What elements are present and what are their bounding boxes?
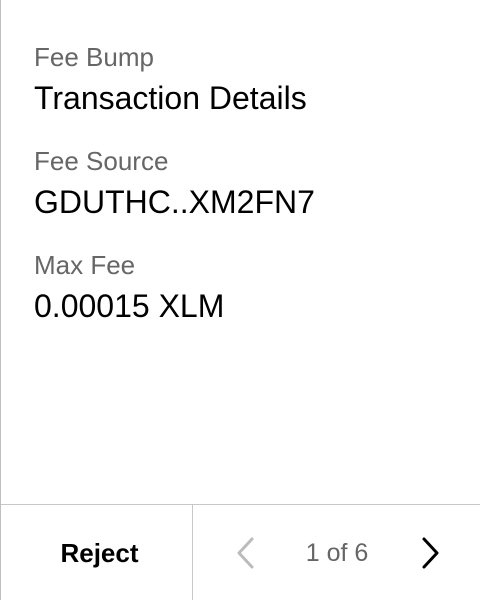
max-fee-value: 0.00015 XLM <box>34 288 225 324</box>
reject-button-label: Reject <box>60 537 139 568</box>
fee-source-value: GDUTHC..XM2FN7 <box>34 184 315 220</box>
fee-bump-value: Transaction Details <box>34 80 307 116</box>
max-fee-field: Max Fee 0.00015 XLM <box>34 248 460 352</box>
chevron-left-icon <box>237 537 254 569</box>
previous-page-button[interactable] <box>227 535 263 571</box>
fee-source-label: Fee Source <box>34 146 169 176</box>
page-indicator: 1 of 6 <box>305 539 369 567</box>
max-fee-label: Max Fee <box>34 250 136 280</box>
fee-bump-field: Fee Bump Transaction Details <box>34 40 460 144</box>
chevron-right-icon <box>422 537 439 569</box>
transaction-details: Fee Bump Transaction Details Fee Source … <box>34 40 460 352</box>
fee-source-field: Fee Source GDUTHC..XM2FN7 <box>34 144 460 248</box>
pager: 1 of 6 <box>193 505 480 600</box>
action-footer: Reject 1 of 6 <box>1 504 480 600</box>
fee-bump-label: Fee Bump <box>34 42 154 72</box>
next-page-button[interactable] <box>413 535 449 571</box>
reject-button[interactable]: Reject <box>1 505 193 600</box>
transaction-review-screen: Fee Bump Transaction Details Fee Source … <box>0 0 480 600</box>
